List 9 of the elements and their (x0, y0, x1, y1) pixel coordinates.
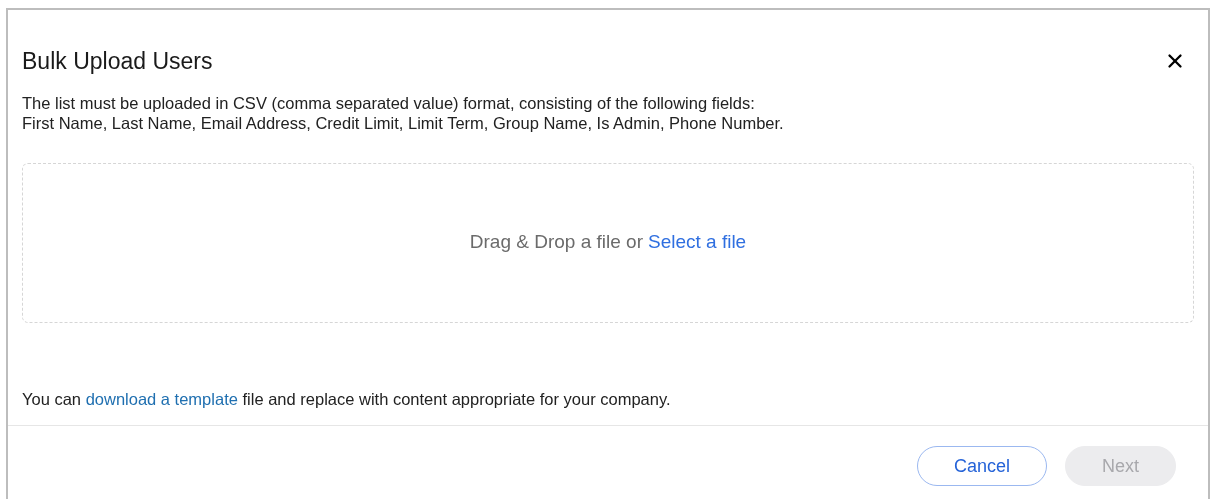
select-file-link[interactable]: Select a file (647, 228, 747, 257)
drop-zone-text: Drag & Drop a file or (469, 230, 643, 255)
drop-zone[interactable]: Drag & Drop a file or Select a file (22, 162, 1194, 323)
download-template-link[interactable]: download a template (85, 389, 238, 408)
description-text: The list must be uploaded in CSV (comma separated value) format, consisting of the following fields: (22, 92, 756, 113)
cancel-button[interactable]: Cancel (916, 446, 1047, 487)
dialog-title: Bulk Upload Users (22, 47, 213, 76)
template-note: You can download a template file and replace with content appropriate for your company. (21, 388, 672, 410)
description-text: First Name, Last Name, Email Address, Credit Limit, Limit Term, Group Name, Is Admin, Phone Number. (22, 112, 785, 133)
